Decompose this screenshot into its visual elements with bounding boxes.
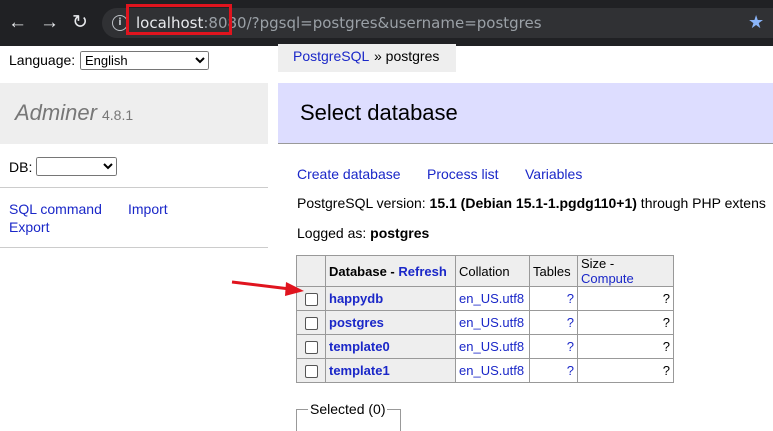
version-prefix: PostgreSQL version:	[297, 195, 430, 211]
row-checkbox[interactable]	[304, 293, 318, 307]
app-brand: Adminer 4.8.1	[0, 83, 268, 144]
export-link[interactable]: Export	[9, 219, 49, 235]
table-row: template1 en_US.utf8 ? ?	[296, 358, 674, 383]
server-version: PostgreSQL version: 15.1 (Debian 15.1-1.…	[297, 195, 766, 211]
forward-arrow-icon[interactable]: →	[40, 12, 59, 34]
selected-legend[interactable]: Selected (0)	[308, 401, 387, 417]
collation-cell: en_US.utf8	[455, 358, 530, 383]
breadcrumb: PostgreSQL » postgres	[278, 44, 456, 72]
logged-as: Logged as: postgres	[297, 225, 429, 241]
logged-prefix: Logged as:	[297, 225, 371, 241]
header-sep: -	[386, 263, 399, 279]
page-title: Select database	[300, 100, 458, 125]
tables-cell: ?	[529, 286, 578, 311]
size-cell: ?	[577, 334, 674, 359]
row-checkbox-cell	[296, 358, 326, 383]
size-cell: ?	[577, 286, 674, 311]
url-path: /?pgsql=postgres&username=postgres	[246, 14, 542, 32]
refresh-link[interactable]: Refresh	[398, 264, 446, 279]
size-cell: ?	[577, 310, 674, 335]
row-checkbox-cell	[296, 334, 326, 359]
tables-link[interactable]: ?	[567, 363, 574, 378]
db-label: DB:	[9, 159, 33, 175]
app-version: 4.8.1	[102, 107, 134, 123]
tables-link[interactable]: ?	[567, 339, 574, 354]
table-header-row: Database - Refresh Collation Tables Size…	[296, 255, 674, 287]
collation-link[interactable]: en_US.utf8	[459, 291, 524, 306]
tables-link[interactable]: ?	[567, 315, 574, 330]
breadcrumb-server: » postgres	[374, 48, 440, 64]
annotation-highlight-box	[126, 4, 232, 35]
collation-link[interactable]: en_US.utf8	[459, 315, 524, 330]
table-row: postgres en_US.utf8 ? ?	[296, 310, 674, 335]
divider	[0, 247, 268, 248]
database-column-header: Database - Refresh	[325, 255, 456, 287]
annotation-arrow-icon	[231, 280, 304, 296]
collation-column-header: Collation	[455, 255, 530, 287]
row-checkbox[interactable]	[304, 341, 318, 355]
database-cell: template1	[325, 358, 456, 383]
sql-command-link[interactable]: SQL command	[9, 201, 102, 217]
row-checkbox[interactable]	[304, 365, 318, 379]
database-cell: postgres	[325, 310, 456, 335]
collation-cell: en_US.utf8	[455, 310, 530, 335]
compute-link[interactable]: Compute	[581, 271, 634, 286]
logged-user: postgres	[370, 225, 430, 241]
divider	[0, 187, 268, 188]
db-select[interactable]	[36, 157, 117, 176]
variables-link[interactable]: Variables	[525, 166, 582, 182]
tables-cell: ?	[529, 310, 578, 335]
page-heading: Select database	[278, 83, 773, 144]
database-link[interactable]: template0	[329, 339, 390, 354]
size-header-sep: -	[606, 256, 615, 271]
collation-cell: en_US.utf8	[455, 334, 530, 359]
breadcrumb-driver-link[interactable]: PostgreSQL	[293, 48, 369, 64]
row-checkbox[interactable]	[304, 317, 318, 331]
table-row: template0 en_US.utf8 ? ?	[296, 334, 674, 359]
row-checkbox-cell	[296, 310, 326, 335]
create-database-link[interactable]: Create database	[297, 166, 401, 182]
bookmark-star-icon[interactable]: ★	[748, 12, 764, 32]
app-name-link[interactable]: Adminer	[15, 100, 97, 126]
tables-cell: ?	[529, 334, 578, 359]
table-row: happydb en_US.utf8 ? ?	[296, 286, 674, 311]
database-cell: template0	[325, 334, 456, 359]
version-value: 15.1 (Debian 15.1-1.pgdg110+1)	[429, 195, 637, 211]
language-label: Language:	[9, 52, 76, 68]
process-list-link[interactable]: Process list	[427, 166, 499, 182]
database-link[interactable]: postgres	[329, 315, 384, 330]
import-link[interactable]: Import	[128, 201, 168, 217]
version-suffix: through PHP extens	[636, 195, 766, 211]
size-header-label: Size	[581, 256, 607, 271]
tables-cell: ?	[529, 358, 578, 383]
language-select[interactable]: English	[80, 51, 209, 70]
database-table: Database - Refresh Collation Tables Size…	[296, 255, 674, 383]
database-cell: happydb	[325, 286, 456, 311]
collation-link[interactable]: en_US.utf8	[459, 339, 524, 354]
database-link[interactable]: happydb	[329, 291, 383, 306]
selected-fieldset: Selected (0)	[296, 401, 401, 431]
back-arrow-icon[interactable]: ←	[8, 12, 27, 34]
collation-cell: en_US.utf8	[455, 286, 530, 311]
tables-link[interactable]: ?	[567, 291, 574, 306]
browser-toolbar: ← → ↻ i localhost:8080/?pgsql=postgres&u…	[0, 0, 773, 46]
size-column-header: Size - Compute	[577, 255, 674, 287]
tables-column-header: Tables	[529, 255, 578, 287]
database-header-label: Database	[329, 263, 387, 279]
size-cell: ?	[577, 358, 674, 383]
collation-link[interactable]: en_US.utf8	[459, 363, 524, 378]
database-link[interactable]: template1	[329, 363, 390, 378]
reload-icon[interactable]: ↻	[72, 12, 88, 34]
